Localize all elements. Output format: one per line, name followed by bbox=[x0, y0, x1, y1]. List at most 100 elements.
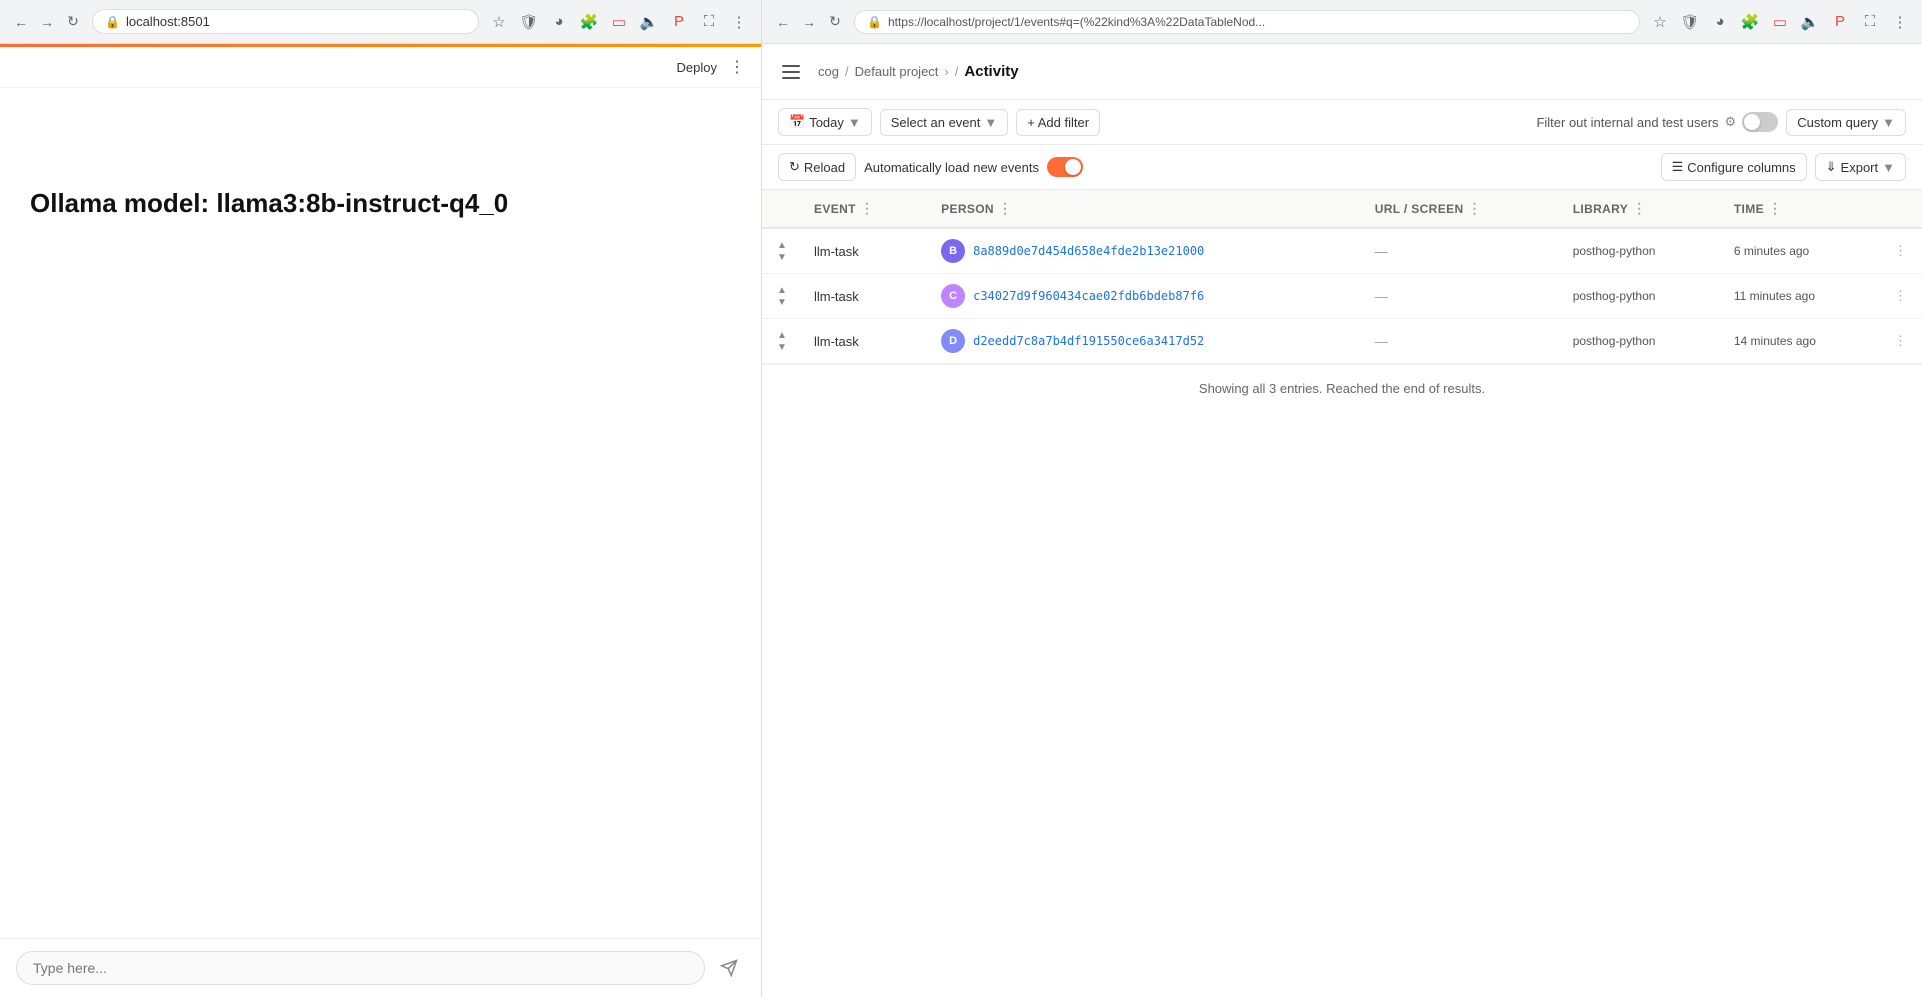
today-filter-button[interactable]: 📅 Today ▼ bbox=[778, 108, 872, 136]
library-col-menu[interactable]: ⋮ bbox=[1632, 200, 1646, 217]
export-button[interactable]: ⇓ Export ▼ bbox=[1815, 153, 1906, 181]
page-title: Activity bbox=[964, 63, 1018, 80]
right-nav-buttons: ← → ↻ bbox=[772, 11, 846, 33]
library-cell-1: posthog-python bbox=[1561, 274, 1722, 319]
menu-dots-icon[interactable]: ⋮ bbox=[727, 10, 751, 34]
today-chevron-icon: ▼ bbox=[848, 115, 861, 130]
internal-users-toggle[interactable] bbox=[1742, 112, 1778, 132]
person-cell-2: D d2eedd7c8a7b4df191550ce6a3417d52 bbox=[929, 319, 1363, 364]
row-menu-1[interactable]: ⋮ bbox=[1882, 274, 1922, 319]
row-expand-0[interactable]: ▲ ▼ bbox=[762, 228, 802, 274]
breadcrumb-sep2: / bbox=[955, 64, 959, 79]
right-profile-icon[interactable]: ◕ bbox=[1708, 10, 1732, 34]
star-button[interactable]: ☆ bbox=[487, 10, 511, 34]
row-expand-1[interactable]: ▲ ▼ bbox=[762, 274, 802, 319]
sidebar-toggle-button[interactable] bbox=[778, 58, 806, 86]
right-reload-button[interactable]: ↻ bbox=[824, 11, 846, 33]
breadcrumb-project[interactable]: Default project bbox=[855, 64, 939, 79]
right-browser-chrome: ← → ↻ 🔒 https://localhost/project/1/even… bbox=[762, 0, 1922, 44]
breadcrumb-chevron: › bbox=[944, 64, 948, 79]
right-forward-button[interactable]: → bbox=[798, 11, 820, 33]
right-posthog-icon[interactable]: P bbox=[1828, 10, 1852, 34]
left-panel: ← → ↻ 🔒 localhost:8501 ☆ 🛡 ◕ 🧩 ▭ 🔈 P ⛶ ⋮… bbox=[0, 0, 762, 997]
configure-columns-button[interactable]: ☰ Configure columns bbox=[1661, 153, 1807, 181]
col-url: URL / SCREEN ⋮ bbox=[1363, 190, 1561, 228]
forward-button[interactable]: → bbox=[36, 11, 58, 33]
person-col-menu[interactable]: ⋮ bbox=[998, 200, 1012, 217]
table-controls: ↻ Reload Automatically load new events ☰… bbox=[762, 145, 1922, 190]
table-body: ▲ ▼ llm-task B 8a889d0e7d454d658e4fde2b1… bbox=[762, 228, 1922, 364]
right-address-bar[interactable]: 🔒 https://localhost/project/1/events#q=(… bbox=[854, 10, 1640, 34]
reload-button[interactable]: ↻ Reload bbox=[778, 153, 856, 181]
select-event-button[interactable]: Select an event ▼ bbox=[880, 109, 1009, 136]
person-id-1[interactable]: c34027d9f960434cae02fdb6bdeb87f6 bbox=[973, 289, 1204, 303]
export-label: Export bbox=[1841, 160, 1879, 175]
today-label: Today bbox=[809, 115, 844, 130]
table-row[interactable]: ▲ ▼ llm-task B 8a889d0e7d454d658e4fde2b1… bbox=[762, 228, 1922, 274]
chat-input[interactable] bbox=[16, 951, 705, 985]
row-expand-2[interactable]: ▲ ▼ bbox=[762, 319, 802, 364]
right-badge-icon[interactable]: ▭ bbox=[1768, 10, 1792, 34]
add-filter-button[interactable]: + Add filter bbox=[1016, 109, 1100, 136]
filters-bar: 📅 Today ▼ Select an event ▼ + Add filter… bbox=[762, 100, 1922, 145]
reload-button[interactable]: ↻ bbox=[62, 11, 84, 33]
time-col-menu[interactable]: ⋮ bbox=[1768, 200, 1782, 217]
activity-table: EVENT ⋮ PERSON ⋮ URL / S bbox=[762, 190, 1922, 364]
table-row[interactable]: ▲ ▼ llm-task D d2eedd7c8a7b4df191550ce6a… bbox=[762, 319, 1922, 364]
auto-load-toggle[interactable] bbox=[1047, 157, 1083, 177]
col-event: EVENT ⋮ bbox=[802, 190, 929, 228]
row-menu-2[interactable]: ⋮ bbox=[1882, 319, 1922, 364]
toolbar-menu-button[interactable]: ⋮ bbox=[725, 55, 749, 79]
right-panel: ← → ↻ 🔒 https://localhost/project/1/even… bbox=[762, 0, 1922, 997]
time-cell-0: 6 minutes ago bbox=[1722, 228, 1882, 274]
speaker-icon[interactable]: 🔈 bbox=[637, 10, 661, 34]
shield-icon[interactable]: 🛡 bbox=[517, 10, 541, 34]
export-icon: ⇓ bbox=[1826, 159, 1837, 175]
deploy-button[interactable]: Deploy bbox=[677, 60, 717, 75]
posthog-app: cog / Default project › / Activity 📅 Tod… bbox=[762, 44, 1922, 997]
person-id-0[interactable]: 8a889d0e7d454d658e4fde2b13e21000 bbox=[973, 244, 1204, 258]
chat-send-button[interactable] bbox=[713, 952, 745, 984]
time-cell-1: 11 minutes ago bbox=[1722, 274, 1882, 319]
event-col-menu[interactable]: ⋮ bbox=[860, 200, 874, 217]
left-address-bar[interactable]: 🔒 localhost:8501 bbox=[92, 9, 479, 34]
calendar-icon: 📅 bbox=[789, 114, 805, 130]
right-shield-icon[interactable]: 🛡 bbox=[1678, 10, 1702, 34]
table-header: EVENT ⋮ PERSON ⋮ URL / S bbox=[762, 190, 1922, 228]
left-browser-actions: ☆ 🛡 ◕ 🧩 ▭ 🔈 P ⛶ ⋮ bbox=[487, 10, 751, 34]
select-event-label: Select an event bbox=[891, 115, 981, 130]
table-footer: Showing all 3 entries. Reached the end o… bbox=[762, 364, 1922, 412]
nav-buttons: ← → ↻ bbox=[10, 11, 84, 33]
posthog-header: cog / Default project › / Activity bbox=[762, 44, 1922, 100]
table-row[interactable]: ▲ ▼ llm-task C c34027d9f960434cae02fdb6b… bbox=[762, 274, 1922, 319]
right-speaker-icon[interactable]: 🔈 bbox=[1798, 10, 1822, 34]
url-col-menu[interactable]: ⋮ bbox=[1467, 200, 1481, 217]
breadcrumb-cog[interactable]: cog bbox=[818, 64, 839, 79]
breadcrumb-sep1: / bbox=[845, 64, 849, 79]
custom-query-button[interactable]: Custom query ▼ bbox=[1786, 109, 1906, 136]
posthog-icon[interactable]: P bbox=[667, 10, 691, 34]
row-menu-0[interactable]: ⋮ bbox=[1882, 228, 1922, 274]
right-star-button[interactable]: ☆ bbox=[1648, 10, 1672, 34]
page-content: Ollama model: llama3:8b-instruct-q4_0 bbox=[0, 88, 761, 938]
right-menu-dots-icon[interactable]: ⋮ bbox=[1888, 10, 1912, 34]
right-expand-icon[interactable]: ⛶ bbox=[1858, 10, 1882, 34]
auto-load-control: Automatically load new events bbox=[864, 157, 1083, 177]
chat-input-area bbox=[0, 938, 761, 997]
reload-icon: ↻ bbox=[789, 159, 800, 175]
right-extension-icon[interactable]: 🧩 bbox=[1738, 10, 1762, 34]
person-id-2[interactable]: d2eedd7c8a7b4df191550ce6a3417d52 bbox=[973, 334, 1204, 348]
events-table: EVENT ⋮ PERSON ⋮ URL / S bbox=[762, 190, 1922, 997]
avatar-2: D bbox=[941, 329, 965, 353]
back-button[interactable]: ← bbox=[10, 11, 32, 33]
profile-icon[interactable]: ◕ bbox=[547, 10, 571, 34]
expand-icon[interactable]: ⛶ bbox=[697, 10, 721, 34]
right-lock-icon: 🔒 bbox=[867, 15, 882, 29]
url-cell-0: — bbox=[1363, 228, 1561, 274]
right-back-button[interactable]: ← bbox=[772, 11, 794, 33]
extension-icon[interactable]: 🧩 bbox=[577, 10, 601, 34]
person-cell-0: B 8a889d0e7d454d658e4fde2b13e21000 bbox=[929, 228, 1363, 274]
badge-icon[interactable]: ▭ bbox=[607, 10, 631, 34]
configure-cols-label: Configure columns bbox=[1687, 160, 1795, 175]
add-filter-label: + Add filter bbox=[1027, 115, 1089, 130]
